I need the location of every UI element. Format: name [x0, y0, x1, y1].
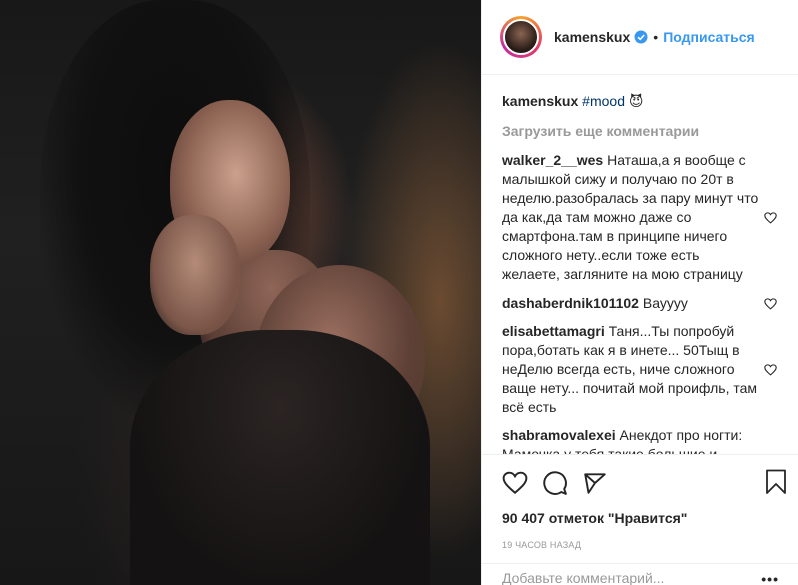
follow-button[interactable]: Подписаться [663, 29, 755, 45]
likes-count[interactable]: 90 407 отметок "Нравится" [502, 510, 798, 526]
bookmark-icon[interactable] [765, 469, 787, 495]
caption-hashtag[interactable]: #mood [582, 93, 625, 109]
author-avatar[interactable] [500, 16, 542, 58]
photo-shade [150, 215, 240, 335]
load-more-comments[interactable]: Загрузить еще комментарии [502, 122, 781, 141]
like-comment-heart-icon[interactable] [764, 363, 777, 376]
action-icons [502, 455, 798, 510]
avatar-image [503, 19, 539, 55]
comment-text: Наташа,а я вообще с малышкой сижу и полу… [502, 152, 759, 282]
like-comment-heart-icon[interactable] [764, 297, 777, 310]
comment-username[interactable]: elisabettamagri [502, 323, 605, 339]
comment-username[interactable]: walker_2__wes [502, 152, 603, 168]
add-comment-input[interactable] [502, 571, 742, 585]
author-username[interactable]: kamenskux [554, 29, 630, 45]
comment-item: dashaberdnik101102 Вауууу [502, 294, 781, 313]
post-actions: 90 407 отметок "Нравится" 19 ЧАСОВ НАЗАД [482, 454, 798, 568]
share-icon[interactable] [582, 470, 608, 496]
post-timestamp[interactable]: 19 ЧАСОВ НАЗАД [502, 540, 798, 550]
caption-username[interactable]: kamenskux [502, 93, 578, 109]
comment-item: elisabettamagri Таня...Ты попробуй пора,… [502, 322, 781, 417]
comments-list[interactable]: kamenskux #mood 😈 Загрузить еще коммента… [482, 76, 798, 454]
photo-shade [130, 330, 430, 585]
post-sidebar: kamenskux • Подписаться kamenskux #mood … [481, 0, 798, 585]
comment-item: shabramovalexei Анекдот про ногти: Мамоч… [502, 426, 781, 454]
caption: kamenskux #mood 😈 [502, 92, 781, 111]
comment-text: Вауууу [642, 295, 688, 311]
verified-badge-icon [634, 30, 648, 44]
post-photo[interactable] [0, 0, 481, 585]
comment-icon[interactable] [542, 470, 568, 496]
comment-username[interactable]: dashaberdnik101102 [502, 295, 639, 311]
heart-icon[interactable] [502, 470, 528, 496]
like-comment-heart-icon[interactable] [764, 211, 777, 224]
post-header: kamenskux • Подписаться [482, 0, 798, 75]
comment-item: walker_2__wes Наташа,а я вообще с малышк… [502, 151, 781, 284]
devil-emoji: 😈 [628, 93, 644, 109]
separator-dot: • [653, 29, 659, 45]
comment-username[interactable]: shabramovalexei [502, 427, 616, 443]
add-comment-bar: ••• [482, 563, 798, 585]
more-options-button[interactable]: ••• [761, 571, 779, 585]
